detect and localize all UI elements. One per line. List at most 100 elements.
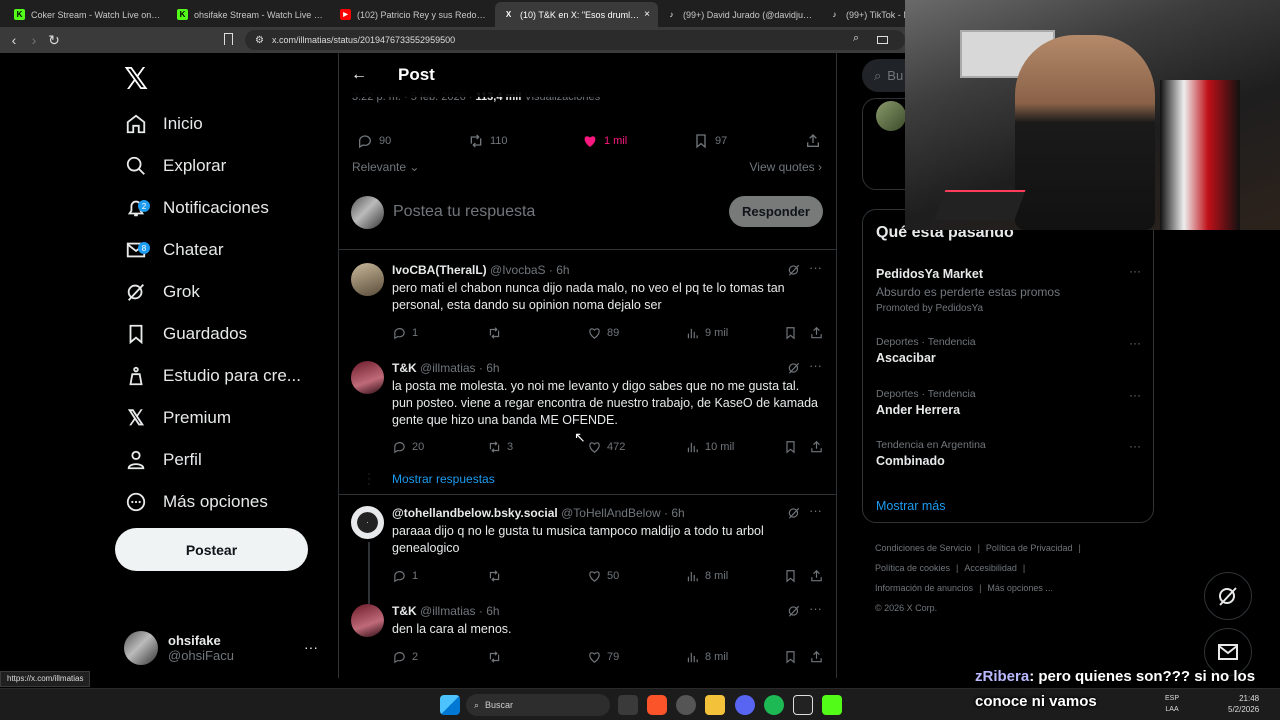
footer-link[interactable]: Política de cookies [875, 563, 950, 573]
bookmark-action[interactable] [783, 440, 803, 454]
repost-action[interactable]: 3 [487, 440, 513, 454]
site-info-icon[interactable]: ⚙ [255, 35, 264, 46]
account-switcher[interactable]: ohsifake @ohsiFacu ··· [124, 631, 318, 665]
footer-link[interactable]: Política de Privacidad [986, 543, 1073, 553]
avatar[interactable] [351, 604, 384, 637]
reply-action[interactable]: 1 [392, 569, 418, 583]
forward-icon[interactable]: › [24, 32, 44, 48]
repost-action[interactable]: 110 [467, 133, 508, 149]
cast-icon[interactable] [877, 36, 888, 44]
reply-action[interactable]: 90 [356, 133, 391, 149]
task-view-icon[interactable] [618, 695, 638, 715]
url-bar[interactable]: ⚙ x.com/illmatias/status/2019476733552959… [245, 30, 905, 50]
taskbar-search[interactable]: ⌕ Buscar [466, 694, 610, 716]
share-action[interactable] [809, 326, 829, 340]
like-action[interactable]: 1 mil [581, 133, 627, 149]
app-icon[interactable] [676, 695, 696, 715]
grok-icon[interactable] [787, 604, 801, 618]
author-name[interactable]: T&K [392, 604, 417, 618]
repost-action[interactable] [487, 569, 507, 583]
browser-tab[interactable]: ♪(99+) David Jurado (@davidjurado.jpg) [658, 2, 821, 27]
x-logo[interactable]: 𝕏 [124, 62, 148, 97]
windows-start-icon[interactable] [440, 695, 460, 715]
footer-link[interactable]: Condiciones de Servicio [875, 543, 972, 553]
discord-icon[interactable] [735, 695, 755, 715]
grok-icon[interactable] [787, 506, 801, 520]
sort-dropdown[interactable]: Relevante ⌄ [352, 160, 419, 174]
more-icon[interactable]: ··· [809, 358, 822, 373]
share-action[interactable] [804, 133, 827, 149]
reply-input[interactable]: Postea tu respuesta [393, 203, 535, 221]
share-action[interactable] [809, 440, 829, 454]
bookmark-action[interactable] [783, 650, 803, 664]
footer-link[interactable]: Accesibilidad [964, 563, 1017, 573]
nav-item-inicio[interactable]: Inicio [124, 103, 334, 145]
reply-action[interactable]: 20 [392, 440, 424, 454]
share-action[interactable] [809, 569, 829, 583]
share-action[interactable] [809, 650, 829, 664]
views-action[interactable]: 8 mil [685, 569, 728, 583]
nav-item-estudio[interactable]: Estudio para cre... [124, 355, 334, 397]
reply-button[interactable]: Responder [729, 196, 823, 227]
author-name[interactable]: T&K [392, 361, 417, 375]
avatar[interactable] [351, 361, 384, 394]
nav-item-guardados[interactable]: Guardados [124, 313, 334, 355]
more-icon[interactable]: ··· [809, 503, 822, 518]
nav-item-explorar[interactable]: Explorar [124, 145, 334, 187]
views-action[interactable]: 10 mil [685, 440, 734, 454]
more-icon[interactable]: ··· [1129, 388, 1141, 402]
repost-action[interactable] [487, 650, 507, 664]
nav-item-grok[interactable]: Grok [124, 271, 334, 313]
nav-item-perfil[interactable]: Perfil [124, 439, 334, 481]
like-action[interactable]: 50 [587, 569, 619, 583]
close-tab-icon[interactable]: × [644, 9, 650, 20]
like-action[interactable]: 472 [587, 440, 625, 454]
show-replies-link[interactable]: Mostrar respuestas [392, 472, 495, 486]
views-action[interactable]: 9 mil [685, 326, 728, 340]
back-arrow-icon[interactable]: ← [351, 66, 371, 84]
browser-tab[interactable]: Kohsifake Stream - Watch Live on Kick [169, 2, 332, 27]
more-icon[interactable]: ··· [809, 260, 822, 275]
trend-item-promoted[interactable]: PedidosYa Market Absurdo es perderte est… [876, 264, 1141, 314]
reply-action[interactable]: 2 [392, 650, 418, 664]
grok-fab[interactable] [1204, 572, 1252, 620]
footer-link[interactable]: Más opciones ... [987, 583, 1053, 593]
author-name[interactable]: @tohellandbelow.bsky.social [392, 506, 558, 520]
more-icon[interactable]: ··· [304, 639, 318, 655]
more-icon[interactable]: ··· [1129, 439, 1141, 453]
grok-icon[interactable] [787, 361, 801, 375]
grok-icon[interactable] [787, 263, 801, 277]
trend-item[interactable]: Tendencia en Argentina Combinado ··· [876, 439, 1141, 468]
bookmark-action[interactable]: 97 [692, 133, 727, 149]
trend-item[interactable]: Deportes · Tendencia Ander Herrera ··· [876, 388, 1141, 417]
avatar[interactable] [351, 263, 384, 296]
more-icon[interactable]: ··· [1129, 264, 1141, 278]
nav-item-mas-opciones[interactable]: Más opciones [124, 481, 334, 523]
like-action[interactable]: 79 [587, 650, 619, 664]
zoom-icon[interactable]: ⌕ [853, 32, 859, 45]
back-icon[interactable]: ‹ [4, 32, 24, 48]
nav-item-premium[interactable]: 𝕏 Premium [124, 397, 334, 439]
bookmark-action[interactable] [783, 569, 803, 583]
trend-item[interactable]: Deportes · Tendencia Ascacibar ··· [876, 336, 1141, 365]
avatar[interactable] [351, 506, 384, 539]
kick-icon[interactable] [822, 695, 842, 715]
browser-tab-active[interactable]: X(10) T&K en X: "Esos drumless m× [495, 2, 658, 27]
bookmark-action[interactable] [783, 326, 803, 340]
footer-link[interactable]: Información de anuncios [875, 583, 973, 593]
reload-icon[interactable]: ↻ [44, 32, 64, 49]
nav-item-notificaciones[interactable]: 2 Notificaciones [124, 187, 334, 229]
browser-tab[interactable]: ▶(102) Patricio Rey y sus Redonditos de … [332, 2, 495, 27]
avatar[interactable] [876, 101, 906, 131]
nav-item-chatear[interactable]: 8 Chatear [124, 229, 334, 271]
repost-action[interactable] [487, 326, 507, 340]
views-action[interactable]: 8 mil [685, 650, 728, 664]
show-more-link[interactable]: Mostrar más [876, 499, 945, 513]
more-icon[interactable]: ··· [809, 601, 822, 616]
spotify-icon[interactable] [764, 695, 784, 715]
post-button[interactable]: Postear [115, 528, 308, 571]
more-icon[interactable]: ··· [1129, 336, 1141, 350]
reply-action[interactable]: 1 [392, 326, 418, 340]
bookmark-page-icon[interactable] [224, 33, 233, 45]
capcut-icon[interactable] [793, 695, 813, 715]
